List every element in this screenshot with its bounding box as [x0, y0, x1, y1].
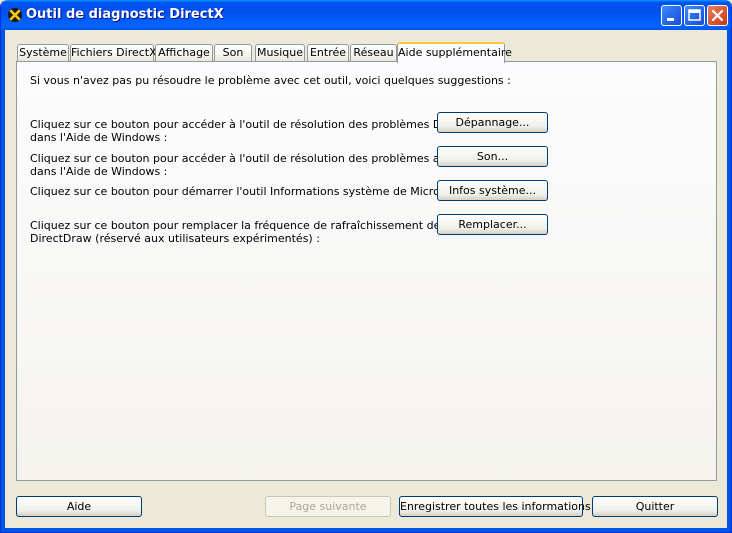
system-info-text: Cliquez sur ce bouton pour démarrer l'ou… — [30, 185, 468, 198]
system-info-button[interactable]: Infos système... — [437, 180, 548, 201]
next-page-button[interactable]: Page suivante — [265, 496, 391, 517]
tab-reseau[interactable]: Réseau — [350, 44, 397, 62]
close-icon — [711, 9, 724, 22]
tab-panel-aide-supplementaire: Si vous n'avez pas pu résoudre le problè… — [16, 61, 717, 481]
help-button[interactable]: Aide — [16, 496, 142, 517]
title-bar[interactable]: Outil de diagnostic DirectX — [1, 0, 731, 30]
window-frame-right — [727, 30, 731, 532]
audio-help-text-line1: Cliquez sur ce bouton pour accéder à l'o… — [30, 152, 464, 165]
tab-son[interactable]: Son — [214, 44, 252, 62]
intro-text: Si vous n'avez pas pu résoudre le problè… — [30, 74, 511, 87]
tab-affichage[interactable]: Affichage — [155, 44, 213, 62]
minimize-button[interactable] — [661, 5, 682, 26]
troubleshoot-button[interactable]: Dépannage... — [437, 112, 548, 133]
tab-aide-supplementaire[interactable]: Aide supplémentaire — [397, 42, 512, 63]
close-button[interactable] — [707, 5, 728, 26]
directx-app-icon — [7, 7, 23, 23]
directx-help-text-line2: dans l'Aide de Windows : — [30, 131, 168, 144]
sound-help-button[interactable]: Son... — [437, 146, 548, 167]
save-all-info-button[interactable]: Enregistrer toutes les informations... — [399, 496, 601, 517]
tab-fichiers-directx[interactable]: Fichiers DirectX — [70, 44, 157, 62]
audio-help-text-line2: dans l'Aide de Windows : — [30, 165, 168, 178]
maximize-button[interactable] — [684, 5, 705, 26]
directx-help-text-line1: Cliquez sur ce bouton pour accéder à l'o… — [30, 118, 474, 131]
tab-entree[interactable]: Entrée — [307, 44, 349, 62]
tab-systeme[interactable]: Système — [17, 44, 69, 62]
tab-musique[interactable]: Musique — [255, 44, 305, 62]
minimize-icon — [667, 18, 674, 21]
window-frame-left — [1, 30, 5, 532]
maximize-icon — [688, 9, 701, 21]
directx-diagnostic-window: Outil de diagnostic DirectX Système Fich… — [0, 0, 732, 533]
override-text-line1: Cliquez sur ce bouton pour remplacer la … — [30, 219, 441, 232]
window-frame-bottom — [1, 528, 731, 532]
quit-button[interactable]: Quitter — [592, 496, 718, 517]
window-title: Outil de diagnostic DirectX — [26, 7, 224, 22]
override-text-line2: DirectDraw (réservé aux utilisateurs exp… — [30, 232, 320, 245]
override-button[interactable]: Remplacer... — [437, 214, 548, 235]
